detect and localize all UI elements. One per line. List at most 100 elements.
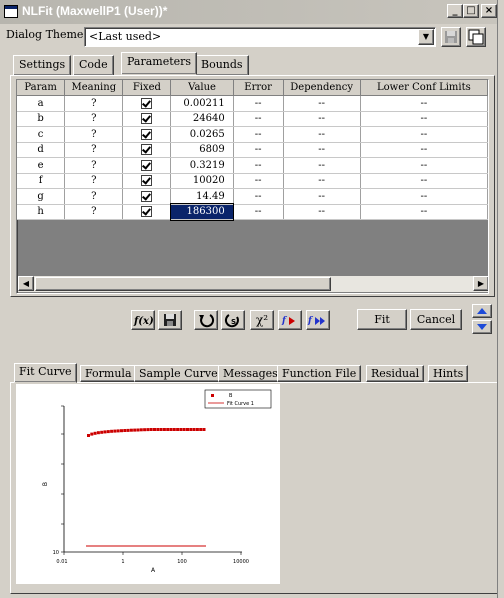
param-meaning-cell[interactable]: ? <box>64 157 124 174</box>
param-fixed-cell[interactable] <box>122 126 172 143</box>
table-row[interactable]: d? 6809 -- -- -- <box>17 142 488 158</box>
param-fixed-cell[interactable] <box>122 188 172 205</box>
param-meaning-cell[interactable]: ? <box>64 142 124 158</box>
param-meaning-cell[interactable]: ? <box>64 173 124 189</box>
col-header-fixed[interactable]: Fixed <box>122 80 172 96</box>
table-row[interactable]: e? 0.3219 -- -- -- <box>17 157 488 174</box>
preview-graph: 0.01 1 100 10000 10 A B B Fit Curve 1 <box>42 389 272 574</box>
scroll-right-button[interactable]: ▶ <box>473 276 488 291</box>
col-header-dependency[interactable]: Dependency <box>283 80 361 96</box>
save-theme-button[interactable] <box>441 27 461 47</box>
data-point <box>153 428 156 431</box>
parameters-table: Param Meaning Fixed Value Error Dependen… <box>17 80 488 221</box>
param-name-cell[interactable]: f <box>17 173 66 189</box>
maximize-button[interactable]: □ <box>463 4 479 18</box>
cancel-button[interactable]: Cancel <box>410 309 462 330</box>
tab-bounds[interactable]: Bounds <box>195 55 249 75</box>
fixed-checkbox[interactable] <box>141 206 153 218</box>
param-value-cell[interactable]: 0.00211 <box>170 95 234 112</box>
close-button[interactable]: × <box>481 4 497 18</box>
chi-square-button[interactable]: χ² <box>250 310 274 330</box>
col-header-param[interactable]: Param <box>17 80 66 96</box>
scroll-thumb[interactable] <box>35 277 331 291</box>
horizontal-scrollbar[interactable]: ◀ ▶ <box>18 276 488 292</box>
param-fixed-cell[interactable] <box>122 173 172 189</box>
param-fixed-cell[interactable] <box>122 111 172 127</box>
param-error-cell: -- <box>233 204 284 220</box>
param-fixed-cell[interactable] <box>122 157 172 174</box>
param-value-cell[interactable]: 0.0265 <box>170 126 234 143</box>
fixed-checkbox[interactable] <box>141 144 153 156</box>
tab-settings[interactable]: Settings <box>13 55 72 75</box>
param-name-cell[interactable]: e <box>17 157 66 174</box>
dialog-theme-select[interactable]: <Last used> ▼ <box>84 27 436 47</box>
param-name-cell[interactable]: h <box>17 204 66 220</box>
iterate-one-button[interactable]: f <box>278 310 302 330</box>
tab-parameters[interactable]: Parameters <box>121 52 198 75</box>
param-meaning-cell[interactable]: ? <box>64 111 124 127</box>
col-header-error[interactable]: Error <box>233 80 284 96</box>
param-fixed-cell[interactable] <box>122 142 172 158</box>
param-name-cell[interactable]: g <box>17 188 66 205</box>
iterate-until-converge-button[interactable]: f <box>306 310 330 330</box>
arrow-up-icon <box>477 308 487 314</box>
table-row[interactable]: b? 24640 -- -- -- <box>17 111 488 127</box>
fixed-checkbox[interactable] <box>141 159 153 171</box>
param-meaning-cell[interactable]: ? <box>64 188 124 205</box>
param-value-cell[interactable]: 186300 <box>169 203 235 221</box>
minimize-button[interactable]: _ <box>447 4 463 18</box>
param-fixed-cell[interactable] <box>122 95 172 112</box>
fixed-checkbox[interactable] <box>141 175 153 187</box>
fixed-checkbox[interactable] <box>141 97 153 109</box>
param-meaning-cell[interactable]: ? <box>64 126 124 143</box>
param-meaning-cell[interactable]: ? <box>64 95 124 112</box>
param-value-cell[interactable]: 0.3219 <box>170 157 234 174</box>
collapse-up-button[interactable] <box>472 304 492 318</box>
expand-down-button[interactable] <box>472 320 492 334</box>
svg-text:f: f <box>281 316 288 326</box>
param-lower-conf-cell: -- <box>360 157 488 174</box>
tab-residual[interactable]: Residual <box>366 365 425 382</box>
tab-hints[interactable]: Hints <box>428 365 469 382</box>
table-row[interactable]: h? 186300 -- -- -- <box>17 203 488 221</box>
param-value-cell[interactable]: 14.49 <box>170 188 234 205</box>
param-meaning-cell[interactable]: ? <box>64 204 124 220</box>
table-row[interactable]: f? 10020 -- -- -- <box>17 173 488 189</box>
undo-parameters-button[interactable] <box>194 310 218 330</box>
param-name-cell[interactable]: c <box>17 126 66 143</box>
fit-once-button[interactable]: f(x) <box>131 310 155 330</box>
data-point <box>136 428 140 432</box>
param-value-cell[interactable]: 10020 <box>170 173 234 189</box>
chevron-down-icon[interactable]: ▼ <box>418 29 434 45</box>
parameters-grid[interactable]: Param Meaning Fixed Value Error Dependen… <box>16 79 489 294</box>
data-point <box>129 428 133 432</box>
param-value-cell[interactable]: 6809 <box>170 142 234 158</box>
scroll-left-button[interactable]: ◀ <box>18 276 34 291</box>
fixed-checkbox[interactable] <box>141 113 153 125</box>
col-header-lower-conf[interactable]: Lower Conf Limits <box>360 80 488 96</box>
param-fixed-cell[interactable] <box>122 204 172 220</box>
table-row[interactable]: c? 0.0265 -- -- -- <box>17 126 488 143</box>
undo-icon <box>199 314 215 328</box>
param-value-cell[interactable]: 24640 <box>170 111 234 127</box>
col-header-value[interactable]: Value <box>170 80 234 96</box>
table-row[interactable]: g? 14.49 -- -- -- <box>17 188 488 205</box>
col-header-meaning[interactable]: Meaning <box>64 80 124 96</box>
tab-fit-curve[interactable]: Fit Curve <box>14 363 77 383</box>
save-parameters-button[interactable] <box>158 310 182 330</box>
tab-code[interactable]: Code <box>73 55 114 75</box>
table-row[interactable]: a? 0.00211 -- -- -- <box>17 95 488 112</box>
fixed-checkbox[interactable] <box>141 190 153 202</box>
tab-sample-curve[interactable]: Sample Curve <box>134 365 223 382</box>
copy-theme-button[interactable] <box>466 27 486 47</box>
reset-parameters-button[interactable]: S <box>221 310 245 330</box>
tab-formula[interactable]: Formula <box>80 365 137 382</box>
fit-button[interactable]: Fit <box>357 309 407 330</box>
param-name-cell[interactable]: b <box>17 111 66 127</box>
param-name-cell[interactable]: d <box>17 142 66 158</box>
fixed-checkbox[interactable] <box>141 128 153 140</box>
param-name-cell[interactable]: a <box>17 95 66 112</box>
param-dependency-cell: -- <box>283 173 361 189</box>
tab-function-file[interactable]: Function File <box>277 365 362 382</box>
tab-messages[interactable]: Messages <box>218 365 283 382</box>
